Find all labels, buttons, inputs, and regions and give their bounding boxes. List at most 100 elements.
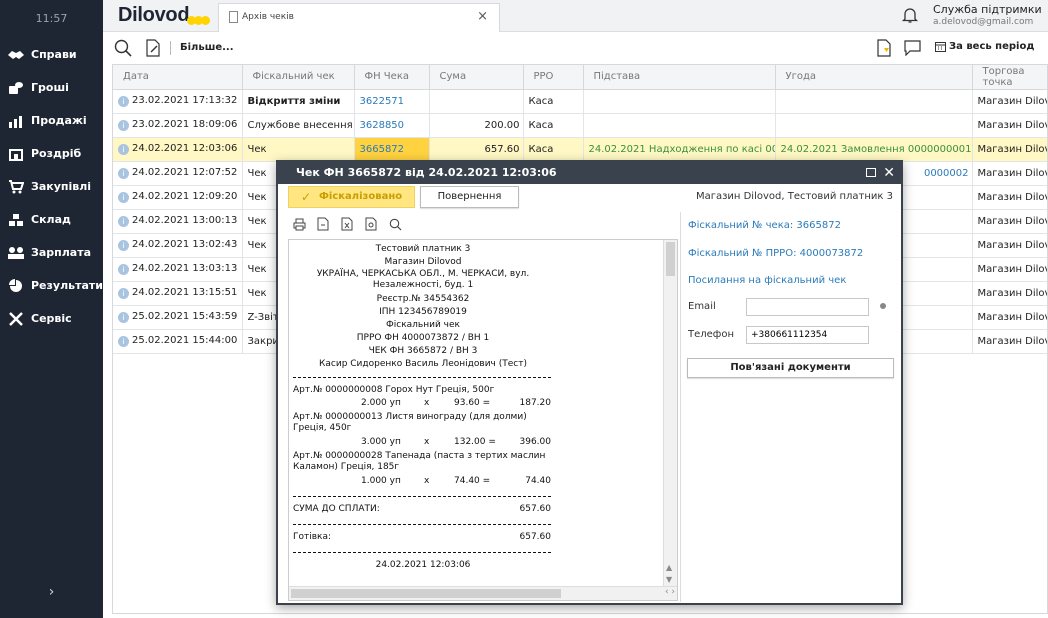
table-row-selected[interactable]: i 24.02.2021 12:03:06 Чек 3665872 657.60 … (113, 137, 1047, 162)
return-button[interactable]: Повернення (420, 186, 519, 208)
column-header-sum[interactable]: Сума (429, 65, 524, 90)
receipt-item-row: 1.000 уп x 74.40 = 74.40 (361, 476, 551, 486)
pie-icon (6, 278, 26, 293)
sidebar-item-zakupivli[interactable]: Закупівлі (0, 170, 103, 203)
info-icon: i (118, 312, 129, 323)
cell-basis-link[interactable]: 24.02.2021 Надходження по касі 0000000 (583, 137, 776, 162)
maximize-icon[interactable] (866, 168, 876, 177)
tab-receipt-archive[interactable]: Архів чеків × (218, 3, 500, 32)
column-header-shop[interactable]: Торгова точка (972, 65, 1047, 90)
sidebar-item-spravy[interactable]: Справи (0, 38, 103, 71)
receipt-divider (293, 496, 551, 497)
fiscal-prro-number-link[interactable]: Фіскальний № ПРРО: 4000073872 (688, 248, 863, 259)
column-header-rro[interactable]: РРО (523, 65, 584, 90)
table-row[interactable]: i 23.02.2021 17:13:32 Відкриття зміни 362… (113, 89, 1047, 114)
send-email-icon[interactable] (880, 303, 886, 309)
cell-shop: Магазин Dilovod (972, 329, 1047, 354)
print-icon[interactable] (292, 217, 306, 231)
sidebar-item-zarplata[interactable]: Зарплата (0, 236, 103, 269)
cell-fn-link[interactable]: 3622571 (354, 89, 430, 114)
receipt-horizontal-scrollbar[interactable]: ‹ › (289, 586, 677, 600)
fiscalized-button[interactable]: ✓ Фіскалізовано (288, 186, 415, 208)
receipt-item-row: 2.000 уп x 93.60 = 187.20 (361, 398, 551, 408)
cell-basis (583, 113, 776, 138)
search-icon[interactable] (388, 217, 402, 231)
cart-icon (6, 179, 26, 194)
modal-header[interactable]: Чек ФН 3665872 від 24.02.2021 12:03:06 ✕ (278, 162, 901, 184)
sidebar-item-rezultaty[interactable]: Результати (0, 269, 103, 302)
cell-shop: Магазин Dilovod (972, 89, 1047, 114)
sidebar-item-label: Роздріб (31, 147, 82, 160)
sidebar-item-servis[interactable]: Сервіс (0, 302, 103, 335)
cell-fn-link[interactable]: 3665872 (354, 137, 430, 162)
receipt-vertical-scrollbar[interactable]: ▲ ▼ (663, 240, 677, 586)
search-icon[interactable] (113, 38, 133, 58)
fiscal-check-link[interactable]: Посилання на фіскальний чек (688, 275, 846, 286)
cell-date: 25.02.2021 15:43:59 (132, 311, 238, 322)
tools-icon (6, 311, 26, 326)
sidebar-item-rozdrib[interactable]: Роздріб (0, 137, 103, 170)
cell-date: 24.02.2021 12:07:52 (132, 167, 238, 178)
info-icon: i (118, 216, 129, 227)
cell-date: 24.02.2021 13:03:13 (132, 263, 238, 274)
fiscal-check-number-link[interactable]: Фіскальний № чека: 3665872 (688, 220, 841, 231)
filter-document-icon[interactable] (874, 38, 894, 58)
receipt-line: УКРАЇНА, ЧЕРКАСЬКА ОБЛ., М. ЧЕРКАСИ, вул… (316, 269, 530, 290)
info-icon: i (118, 168, 129, 179)
receipt-viewer[interactable]: Тестовий платник 3 Магазин Dilovod УКРАЇ… (288, 239, 678, 601)
column-header-deal[interactable]: Угода (775, 65, 973, 90)
column-header-date[interactable]: Дата (113, 65, 243, 90)
email-field[interactable] (746, 298, 869, 316)
cell-date: 24.02.2021 13:02:43 (132, 239, 238, 250)
organization-label: Магазин Dilovod, Тестовий платник 3 (695, 191, 893, 202)
receipt-line: Тестовий платник 3 (375, 244, 471, 254)
scroll-down-icon[interactable]: ▼ (666, 575, 672, 584)
receipt-total-row: СУМА ДО СПЛАТИ: 657.60 (293, 504, 551, 514)
phone-field[interactable] (746, 326, 869, 344)
clock: 11:57 (35, 12, 68, 25)
cell-sum: 200.00 (429, 113, 524, 138)
cell-shop: Магазин Dilovod (972, 233, 1047, 258)
comment-icon[interactable] (902, 38, 922, 58)
boxes-icon (6, 213, 26, 227)
sidebar-collapse-button[interactable]: › (0, 584, 103, 600)
period-selector[interactable]: За весь період (935, 41, 1034, 52)
cell-rro: Каса (523, 89, 584, 114)
export-document-icon[interactable] (364, 217, 378, 231)
support-block[interactable]: Служба підтримки a.delovod@gmail.com (933, 3, 1042, 27)
receipt-item-name: Арт.№ 0000000013 Листя винограду (для до… (293, 412, 527, 433)
column-header-basis[interactable]: Підстава (583, 65, 776, 90)
scroll-thumb[interactable] (291, 589, 561, 598)
column-header-fn[interactable]: ФН Чека (354, 65, 430, 90)
scroll-up-icon[interactable]: ▲ (666, 563, 672, 572)
receipt-item-name: Арт.№ 0000000028 Тапенада (паста з терти… (293, 451, 546, 472)
sidebar-item-prodazhi[interactable]: Продажі (0, 104, 103, 137)
receipt-modal: Чек ФН 3665872 від 24.02.2021 12:03:06 ✕… (276, 160, 903, 605)
related-documents-button[interactable]: Пов'язані документи (687, 358, 894, 378)
table-row[interactable]: i 23.02.2021 18:09:06 Службове внесення 3… (113, 113, 1047, 138)
close-tab-icon[interactable]: × (477, 9, 488, 24)
cell-fn-link[interactable]: 3628850 (354, 113, 430, 138)
scroll-arrows-icon[interactable]: ‹ › (665, 587, 675, 597)
scroll-thumb[interactable] (666, 242, 675, 276)
sidebar-item-sklad[interactable]: Склад (0, 203, 103, 236)
calendar-icon (935, 42, 946, 52)
bell-icon[interactable] (901, 6, 919, 24)
export-pdf-icon[interactable] (316, 217, 330, 231)
close-icon[interactable]: ✕ (883, 162, 895, 184)
edit-document-icon[interactable] (143, 38, 163, 58)
cell-deal-link[interactable]: 24.02.2021 Замовлення 0000000001 (775, 137, 973, 162)
info-icon: i (118, 192, 129, 203)
export-excel-icon[interactable] (340, 217, 354, 231)
topbar: Dilovod Архів чеків × Служба підтримки a… (103, 0, 1048, 32)
period-label: За весь період (949, 41, 1035, 52)
info-icon: i (118, 336, 129, 347)
receipt-line: Фіскальний чек (386, 320, 460, 330)
cell-date: 24.02.2021 13:15:51 (132, 287, 238, 298)
sidebar-item-hroshi[interactable]: Гроші (0, 71, 103, 104)
cell-shop: Магазин Dilovod (972, 185, 1047, 210)
sidebar-item-label: Продажі (31, 114, 87, 127)
more-button[interactable]: Більше... (180, 42, 234, 53)
column-header-fiscal-check[interactable]: Фіскальний чек (242, 65, 355, 90)
cell-check: Службове внесення (242, 113, 355, 138)
